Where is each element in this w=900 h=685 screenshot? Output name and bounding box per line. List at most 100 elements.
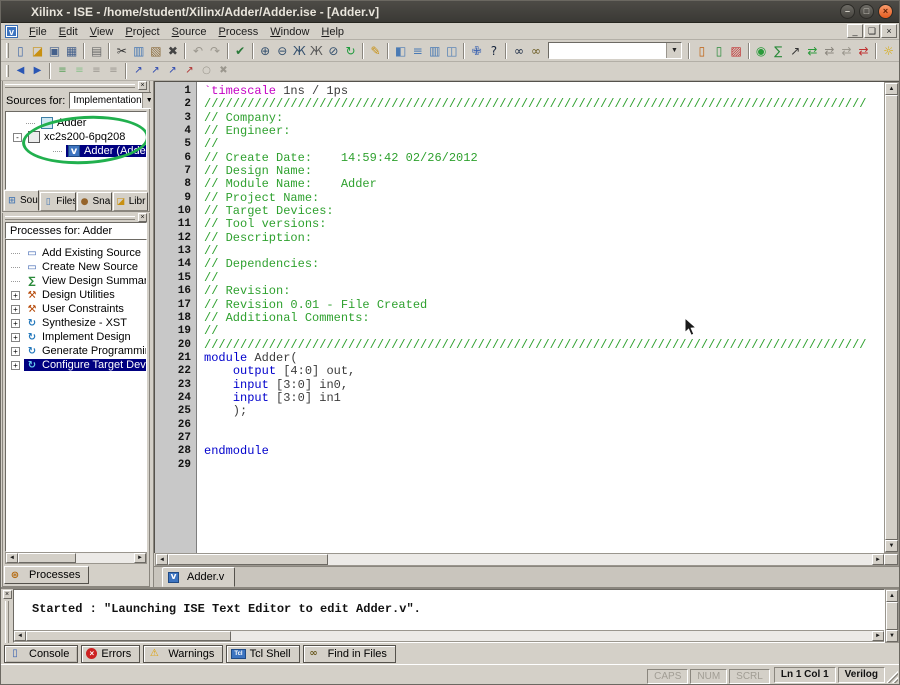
scroll-right-icon[interactable]: ► bbox=[872, 631, 884, 641]
minimize-icon[interactable]: – bbox=[840, 4, 855, 19]
combo-dropdown-icon[interactable]: ▼ bbox=[666, 43, 681, 58]
save-button[interactable]: ▣ bbox=[46, 42, 63, 60]
check-syntax-button[interactable]: ✔ bbox=[232, 42, 249, 60]
zoom-region-button[interactable]: ⊘ bbox=[325, 42, 342, 60]
scroll-right-icon[interactable]: ► bbox=[134, 553, 146, 563]
stop-process-button[interactable]: ⇄ bbox=[838, 42, 855, 60]
scrollbar-thumb[interactable] bbox=[18, 553, 76, 563]
title-bar[interactable]: Xilinx - ISE - /home/student/Xilinx/Adde… bbox=[1, 1, 899, 23]
console-grip[interactable] bbox=[5, 601, 9, 643]
process-item-design-utilities[interactable]: +⚒Design Utilities bbox=[6, 288, 146, 302]
editor-tab-adder-v[interactable]: v Adder.v bbox=[162, 567, 235, 587]
cut-button[interactable]: ✂ bbox=[113, 42, 130, 60]
next-bookmark-button[interactable]: ≡ bbox=[71, 63, 88, 79]
console-tab-find-in-files[interactable]: ∞Find in Files bbox=[303, 645, 396, 663]
sources-tab-libr[interactable]: ◪Libr bbox=[113, 192, 148, 211]
tree-expander-icon[interactable]: + bbox=[11, 305, 20, 314]
process-item-view-design-summary[interactable]: ∑View Design Summary bbox=[6, 274, 146, 288]
undo-button[interactable]: ↶ bbox=[189, 42, 206, 60]
menu-window[interactable]: Window bbox=[264, 25, 315, 39]
search-combobox[interactable]: ▼ bbox=[548, 42, 683, 59]
close-icon[interactable]: × bbox=[878, 4, 893, 19]
sources-panel-close-icon[interactable]: × bbox=[138, 81, 147, 90]
nav-arrow-button-4[interactable]: ↗ bbox=[181, 63, 198, 79]
console-vscrollbar[interactable]: ▲ ▼ bbox=[885, 589, 899, 643]
scroll-up-icon[interactable]: ▲ bbox=[885, 83, 898, 95]
refresh-view-button[interactable]: ↻ bbox=[342, 42, 359, 60]
scrollbar-thumb[interactable] bbox=[886, 602, 898, 630]
menu-source[interactable]: Source bbox=[166, 25, 213, 39]
menu-help[interactable]: Help bbox=[315, 25, 350, 39]
close-view-button[interactable]: ✖ bbox=[215, 63, 232, 79]
abort-button[interactable]: ⇄ bbox=[855, 42, 872, 60]
sources-tab-files[interactable]: ▯Files bbox=[40, 192, 75, 211]
zoom-in-button[interactable]: ⊕ bbox=[257, 42, 274, 60]
zoom-selection-button[interactable]: Ж bbox=[291, 42, 308, 60]
find-button[interactable]: ∞ bbox=[510, 42, 527, 60]
highlighter-button[interactable]: ✎ bbox=[367, 42, 384, 60]
options-wrench-button[interactable]: ✙ bbox=[468, 42, 485, 60]
menu-view[interactable]: View bbox=[84, 25, 120, 39]
process-item-user-constraints[interactable]: +⚒User Constraints bbox=[6, 302, 146, 316]
redo-button[interactable]: ↷ bbox=[207, 42, 224, 60]
prev-bookmark-button[interactable]: ≡ bbox=[88, 63, 105, 79]
process-item-configure-target-device[interactable]: +↻Configure Target Device bbox=[6, 358, 146, 372]
zoom-full-view-button[interactable]: Ж bbox=[308, 42, 325, 60]
toggle-bookmark-button[interactable]: ≡ bbox=[54, 63, 71, 79]
menu-process[interactable]: Process bbox=[213, 25, 265, 39]
pan-hand-button[interactable]: ○ bbox=[198, 63, 215, 79]
lightbulb-tip-button[interactable]: ☼ bbox=[880, 42, 897, 60]
find-in-files-button[interactable]: ∞ bbox=[528, 42, 545, 60]
nav-arrow-button-2[interactable]: ↗ bbox=[147, 63, 164, 79]
whats-this-help-button[interactable]: ? bbox=[485, 42, 502, 60]
tree-expander-icon[interactable]: + bbox=[11, 347, 20, 356]
console-output[interactable]: Started : "Launching ISE Text Editor to … bbox=[13, 589, 885, 643]
scrollbar-thumb[interactable] bbox=[26, 631, 231, 641]
tree-expander-icon[interactable]: + bbox=[11, 291, 20, 300]
console-hscrollbar[interactable]: ◄ ► bbox=[14, 630, 884, 642]
scroll-right-icon[interactable]: ► bbox=[872, 554, 884, 565]
open-file-button[interactable]: ◪ bbox=[29, 42, 46, 60]
analyze-button[interactable]: ↗ bbox=[787, 42, 804, 60]
resize-grip[interactable] bbox=[886, 671, 898, 683]
design-summary-button[interactable]: ∑ bbox=[770, 42, 787, 60]
process-item-generate-programming-f[interactable]: +↻Generate Programming F bbox=[6, 344, 146, 358]
console-tab-warnings[interactable]: ⚠Warnings bbox=[143, 645, 223, 663]
console-tab-tcl-shell[interactable]: TclTcl Shell bbox=[226, 645, 299, 663]
processes-tab[interactable]: ⊛ Processes bbox=[4, 566, 89, 584]
save-all-button[interactable]: ▦ bbox=[63, 42, 80, 60]
menu-project[interactable]: Project bbox=[119, 25, 165, 39]
processes-tree[interactable]: ▭Add Existing Source▭Create New Source∑V… bbox=[5, 239, 147, 552]
mdi-close-icon[interactable]: × bbox=[881, 24, 897, 38]
forward-button[interactable]: ▶ bbox=[29, 63, 46, 79]
toolbar-grip[interactable] bbox=[6, 65, 9, 78]
scroll-left-icon[interactable]: ◄ bbox=[156, 554, 168, 565]
process-item-create-new-source[interactable]: ▭Create New Source bbox=[6, 260, 146, 274]
process-item-implement-design[interactable]: +↻Implement Design bbox=[6, 330, 146, 344]
tile-horizontal-button[interactable]: ≡ bbox=[409, 42, 426, 60]
scroll-up-icon[interactable]: ▲ bbox=[886, 590, 898, 602]
sources-view-selector[interactable]: Implementation ▼ bbox=[69, 92, 156, 109]
sources-tab-sour[interactable]: ⊞Sour bbox=[4, 190, 39, 211]
tree-expander-icon[interactable]: + bbox=[11, 333, 20, 342]
copy-button[interactable]: ▥ bbox=[130, 42, 147, 60]
zoom-out-button[interactable]: ⊖ bbox=[274, 42, 291, 60]
edit-constraints-button[interactable]: ▯ bbox=[711, 42, 728, 60]
processes-hscrollbar[interactable]: ◄ ► bbox=[5, 552, 147, 564]
tree-expander-icon[interactable]: - bbox=[13, 133, 22, 142]
source-tree-item[interactable]: vAdder (Adder.v) bbox=[6, 144, 146, 158]
clear-bookmarks-button[interactable]: ≡ bbox=[105, 63, 122, 79]
processes-panel-close-icon[interactable]: × bbox=[138, 213, 147, 222]
editor-code[interactable]: `timescale 1ns / 1ps////////////////////… bbox=[197, 82, 884, 553]
delete-button[interactable]: ✖ bbox=[164, 42, 181, 60]
maximize-icon[interactable]: □ bbox=[859, 4, 874, 19]
source-tree-item[interactable]: -xc2s200-6pq208 bbox=[6, 130, 146, 144]
scroll-left-icon[interactable]: ◄ bbox=[14, 631, 26, 641]
scrollbar-thumb[interactable] bbox=[168, 554, 328, 565]
processes-panel-grip[interactable]: × bbox=[3, 213, 149, 222]
toolbar-grip[interactable] bbox=[6, 43, 9, 58]
paste-button[interactable]: ▧ bbox=[147, 42, 164, 60]
nav-arrow-button-1[interactable]: ↗ bbox=[130, 63, 147, 79]
back-button[interactable]: ◀ bbox=[12, 63, 29, 79]
nav-arrow-button-3[interactable]: ↗ bbox=[164, 63, 181, 79]
